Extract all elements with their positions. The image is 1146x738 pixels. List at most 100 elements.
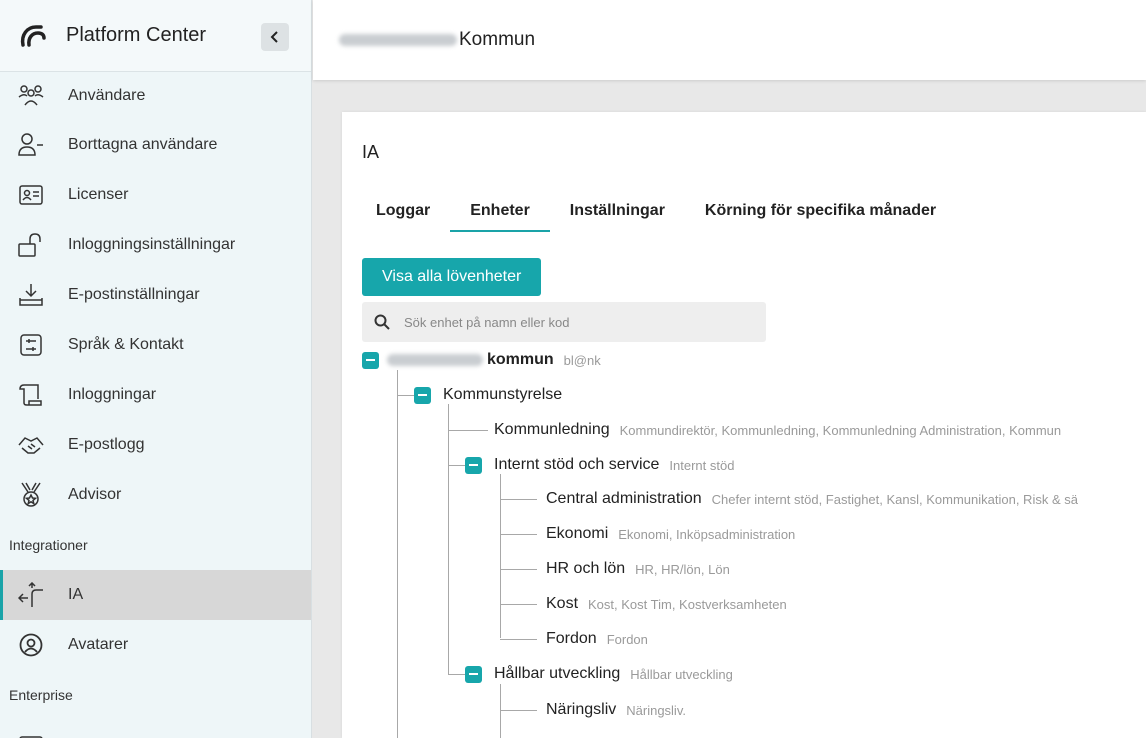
tree-connector	[448, 430, 488, 431]
node-name[interactable]: kommun	[487, 351, 554, 369]
sidebar-item-label: E-postlogg	[68, 436, 145, 453]
arrows-icon	[18, 582, 44, 608]
node-name[interactable]: Fordon	[546, 630, 597, 648]
sidebar-item-partial[interactable]	[0, 720, 311, 738]
sidebar-item-inloggningsinstallningar[interactable]: Inloggningsinställningar	[0, 220, 311, 270]
id-card-icon	[18, 182, 44, 208]
node-code: Näringsliv.	[626, 702, 686, 718]
tree-node-internt-stod: Internt stöd och service Internt stöd	[465, 453, 734, 477]
sidebar-item-label: Licenser	[68, 186, 129, 203]
sidebar-item-label: Inloggningsinställningar	[68, 236, 236, 253]
collapse-sidebar-button[interactable]	[261, 23, 289, 51]
tree-node-hallbar-utveckling: Hållbar utveckling Hållbar utveckling	[465, 662, 733, 686]
collapse-toggle[interactable]	[465, 456, 482, 474]
app-title: Platform Center	[66, 24, 207, 46]
node-code: Hållbar utveckling	[630, 666, 733, 682]
sidebar-item-advisor[interactable]: Advisor	[0, 470, 311, 520]
sidebar-item-ia[interactable]: IA	[0, 570, 311, 620]
node-name[interactable]: Ekonomi	[546, 525, 608, 543]
show-all-leaf-units-button[interactable]: Visa alla lövenheter	[362, 258, 542, 296]
tree-connector	[500, 499, 537, 500]
tree-node-root: kommun bl@nk	[362, 348, 601, 372]
node-name[interactable]: HR och lön	[546, 560, 625, 578]
sidebar-item-anvandare[interactable]: Användare	[0, 72, 311, 120]
tree-node-kost: Kost Kost, Kost Tim, Kostverksamheten	[546, 592, 787, 616]
sidebar: Platform Center Användare Borttagna anvä…	[0, 0, 312, 738]
topbar: Kommun	[313, 0, 1146, 80]
scroll-icon	[18, 382, 44, 408]
medal-icon	[18, 482, 44, 508]
sliders-icon	[18, 332, 44, 358]
avatar-circle-icon	[18, 632, 44, 658]
sidebar-item-label: Språk & Kontakt	[68, 336, 184, 353]
collapse-toggle[interactable]	[465, 665, 482, 683]
node-name[interactable]: Näringsliv	[546, 701, 616, 719]
node-code: Fordon	[606, 631, 648, 647]
node-code: Kost, Kost Tim, Kostverksamheten	[588, 596, 787, 612]
node-name[interactable]: Kost	[546, 595, 578, 613]
redacted-name	[339, 34, 457, 46]
tree-node-naringsliv: Näringsliv Näringsliv.	[546, 698, 686, 722]
search-icon	[374, 314, 390, 330]
tab-installningar[interactable]: Inställningar	[550, 196, 685, 232]
platform-logo-icon	[18, 21, 48, 51]
tree-node-ekonomi: Ekonomi Ekonomi, Inköpsadministration	[546, 522, 795, 546]
users-icon	[18, 83, 44, 109]
tree-node-fordon: Fordon Fordon	[546, 627, 648, 651]
section-label-integrations: Integrationer	[9, 537, 88, 553]
node-name[interactable]: Internt stöd och service	[494, 456, 659, 474]
redacted-name	[387, 354, 483, 366]
partial-icon	[18, 724, 44, 738]
tab-korning-manader[interactable]: Körning för specifika månader	[685, 196, 956, 232]
page-title: Kommun	[459, 29, 536, 50]
sidebar-item-label: Avatarer	[68, 636, 129, 653]
node-name[interactable]: Hållbar utveckling	[494, 665, 620, 683]
sidebar-item-sprak-kontakt[interactable]: Språk & Kontakt	[0, 320, 311, 370]
sidebar-item-epostlogg[interactable]: E-postlogg	[0, 420, 311, 470]
node-code: bl@nk	[563, 352, 601, 368]
tree-connector	[500, 604, 537, 605]
unlock-icon	[18, 232, 44, 258]
tree-node-kommunledning: Kommunledning Kommundirektör, Kommunledn…	[494, 418, 1061, 442]
sidebar-item-label: Advisor	[68, 486, 122, 503]
sidebar-header: Platform Center	[0, 0, 311, 72]
tab-enheter[interactable]: Enheter	[450, 196, 550, 232]
sidebar-item-label: Användare	[68, 87, 146, 104]
node-name[interactable]: Central administration	[546, 490, 702, 508]
tree-connector	[500, 710, 537, 711]
tree-node-kommunstyrelse: Kommunstyrelse	[414, 383, 562, 407]
chevron-left-icon	[270, 31, 278, 43]
content-card: IA Loggar Enheter Inställningar Körning …	[342, 112, 1146, 738]
tree-connector	[500, 684, 501, 738]
node-code: Kommundirektör, Kommunledning, Kommunled…	[619, 422, 1062, 438]
tree-connector	[448, 404, 449, 674]
search-input[interactable]	[404, 314, 744, 330]
user-minus-icon	[18, 132, 44, 158]
collapse-toggle[interactable]	[414, 386, 431, 404]
tab-bar: Loggar Enheter Inställningar Körning för…	[362, 196, 956, 232]
handshake-icon	[18, 432, 44, 458]
sidebar-item-label: Borttagna användare	[68, 136, 218, 153]
sidebar-item-epostinstallningar[interactable]: E-postinställningar	[0, 270, 311, 320]
node-code: Chefer internt stöd, Fastighet, Kansl, K…	[711, 491, 1078, 507]
tab-loggar[interactable]: Loggar	[342, 196, 450, 232]
download-tray-icon	[18, 282, 44, 308]
sidebar-item-label: Inloggningar	[68, 386, 157, 403]
search-box	[362, 302, 766, 342]
tree-connector	[500, 569, 537, 570]
card-title: IA	[362, 142, 380, 162]
collapse-toggle[interactable]	[362, 351, 379, 369]
sidebar-item-borttagna-anvandare[interactable]: Borttagna användare	[0, 120, 311, 170]
sidebar-item-label: E-postinställningar	[68, 286, 200, 303]
node-code: Ekonomi, Inköpsadministration	[618, 526, 796, 542]
sidebar-item-inloggningar[interactable]: Inloggningar	[0, 370, 311, 420]
node-code: HR, HR/lön, Lön	[635, 561, 730, 577]
sidebar-item-licenser[interactable]: Licenser	[0, 170, 311, 220]
tree-connector	[500, 534, 537, 535]
node-name[interactable]: Kommunledning	[494, 421, 610, 439]
node-name[interactable]: Kommunstyrelse	[443, 386, 562, 404]
sidebar-item-avatarer[interactable]: Avatarer	[0, 620, 311, 670]
tree-node-central-administration: Central administration Chefer internt st…	[546, 487, 1078, 511]
tree-connector	[397, 370, 398, 738]
tree-connector	[500, 639, 537, 640]
